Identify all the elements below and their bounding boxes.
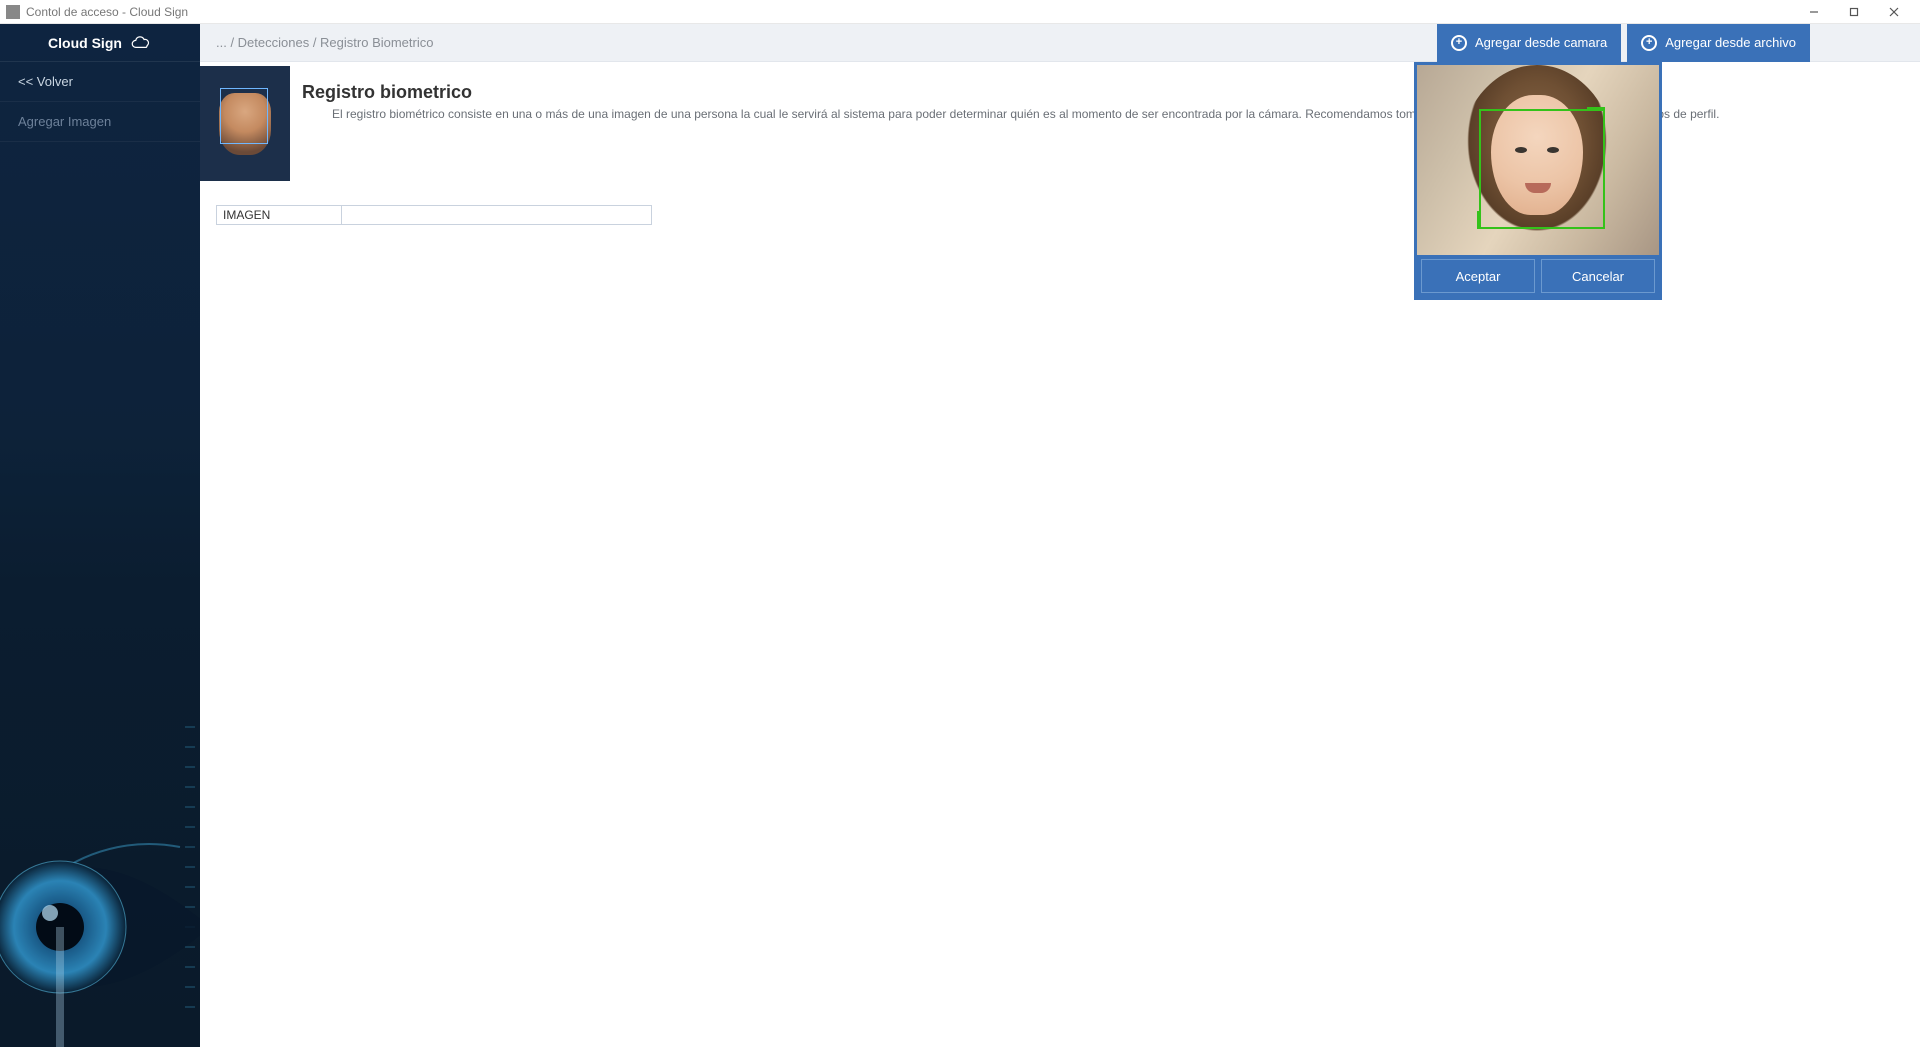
close-button[interactable]: [1874, 0, 1914, 24]
grid-header-row: IMAGEN: [216, 205, 652, 225]
topbar-actions: + Agregar desde camara + Agregar desde a…: [1437, 24, 1920, 62]
sidebar-back-label: << Volver: [18, 74, 73, 89]
sidebar-eye-graphic: [0, 707, 200, 1047]
minimize-button[interactable]: [1794, 0, 1834, 24]
sidebar-back[interactable]: << Volver: [0, 62, 200, 102]
face-detection-corner: [1587, 107, 1605, 125]
biometric-thumbnail: [200, 66, 290, 181]
window-title: Contol de acceso - Cloud Sign: [26, 5, 1794, 19]
breadcrumb: ... / Detecciones / Registro Biometrico: [216, 35, 1437, 50]
plus-icon: +: [1451, 35, 1467, 51]
capture-accept-button[interactable]: Aceptar: [1421, 259, 1535, 293]
grid-cell-value[interactable]: [342, 206, 651, 224]
content: Registro biometrico El registro biométri…: [200, 62, 1920, 1047]
capture-actions: Aceptar Cancelar: [1417, 255, 1659, 297]
window-titlebar: Contol de acceso - Cloud Sign: [0, 0, 1920, 24]
main: ... / Detecciones / Registro Biometrico …: [200, 24, 1920, 1047]
image-grid: IMAGEN: [216, 205, 1920, 225]
page-header: Registro biometrico El registro biométri…: [200, 62, 1920, 181]
sidebar: Cloud Sign << Volver Agregar Imagen: [0, 24, 200, 1047]
brand: Cloud Sign: [0, 24, 200, 62]
brand-text: Cloud Sign: [48, 35, 122, 51]
capture-cancel-button[interactable]: Cancelar: [1541, 259, 1655, 293]
maximize-button[interactable]: [1834, 0, 1874, 24]
face-detection-rect: [1479, 109, 1605, 229]
sidebar-add-image-label: Agregar Imagen: [18, 114, 111, 129]
camera-preview: [1417, 65, 1659, 255]
plus-icon: +: [1641, 35, 1657, 51]
add-from-file-label: Agregar desde archivo: [1665, 35, 1796, 50]
add-from-camera-button[interactable]: + Agregar desde camara: [1437, 24, 1621, 62]
cloud-icon: [130, 36, 152, 50]
add-from-camera-label: Agregar desde camara: [1475, 35, 1607, 50]
app-icon: [6, 5, 20, 19]
capture-accept-label: Aceptar: [1456, 269, 1501, 284]
camera-capture-popup: Aceptar Cancelar: [1414, 62, 1662, 300]
window-controls: [1794, 0, 1914, 24]
capture-cancel-label: Cancelar: [1572, 269, 1624, 284]
grid-column-header: IMAGEN: [217, 206, 342, 224]
face-detection-corner: [1477, 211, 1495, 229]
add-from-file-button[interactable]: + Agregar desde archivo: [1627, 24, 1810, 62]
app-root: Cloud Sign << Volver Agregar Imagen: [0, 24, 1920, 1047]
sidebar-add-image[interactable]: Agregar Imagen: [0, 102, 200, 142]
topbar: ... / Detecciones / Registro Biometrico …: [200, 24, 1920, 62]
